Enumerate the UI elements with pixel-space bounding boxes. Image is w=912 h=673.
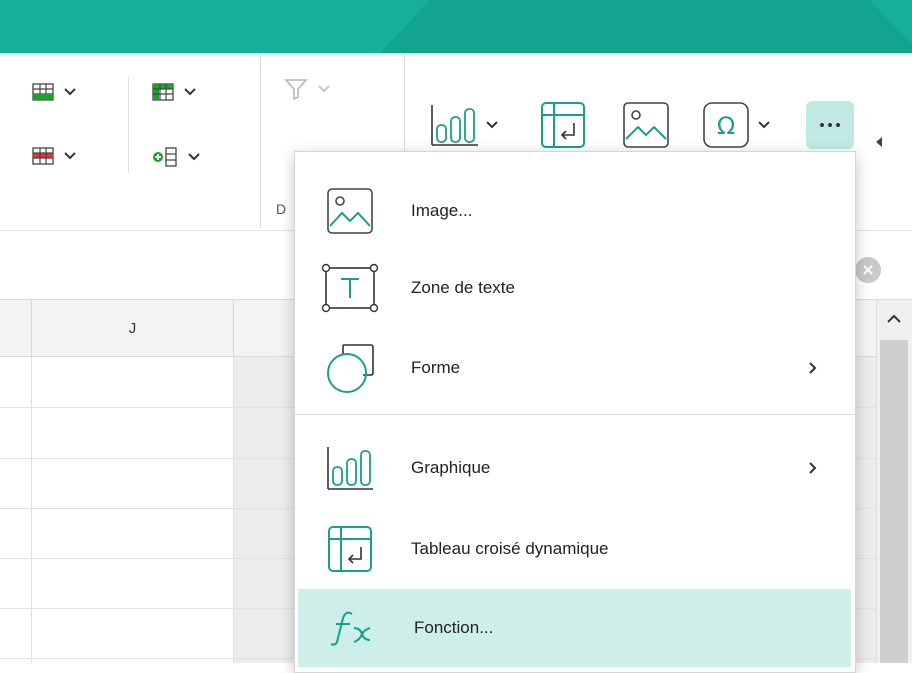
column-header[interactable] (0, 300, 32, 356)
ribbon-group-label: D (276, 201, 287, 217)
image-icon (623, 102, 669, 148)
menu-item-text-box[interactable]: Zone de texte (295, 249, 855, 327)
chevron-down-icon (64, 152, 76, 160)
column-header-j[interactable]: J (32, 300, 234, 356)
menu-item-label: Forme (411, 358, 461, 377)
chevron-down-icon (486, 121, 498, 129)
title-bar (0, 0, 912, 53)
ribbon-separator (260, 53, 261, 228)
scroll-up-button[interactable] (876, 300, 912, 336)
pivot-table-button[interactable] (540, 101, 586, 149)
more-options-button[interactable] (806, 101, 854, 149)
insert-column-button[interactable] (152, 147, 200, 167)
function-icon (324, 599, 382, 657)
grid-line (31, 357, 32, 663)
chevron-down-icon (758, 121, 770, 129)
insert-column-icon (153, 147, 177, 167)
grid-line (233, 357, 234, 663)
scrollbar-thumb[interactable] (880, 340, 908, 663)
menu-item-chart[interactable]: Graphique (295, 429, 855, 507)
menu-item-label: Tableau croisé dynamique (411, 539, 609, 558)
image-button[interactable] (622, 101, 670, 149)
ribbon-scroll-left-button[interactable] (876, 137, 882, 147)
pivot-table-icon (321, 520, 379, 578)
insert-table-icon (152, 83, 174, 101)
insert-table-button[interactable] (152, 83, 196, 101)
ribbon-separator (128, 77, 129, 173)
chevron-up-icon (887, 314, 901, 323)
close-icon (863, 265, 873, 275)
menu-item-pivot-table[interactable]: Tableau croisé dynamique (295, 510, 855, 588)
insert-more-menu: Image... Zone de texte Forme Graphique T… (294, 151, 856, 673)
chevron-down-icon (188, 153, 200, 161)
chevron-down-icon (64, 88, 76, 96)
clear-formula-button[interactable] (855, 257, 881, 283)
svg-text:Ω: Ω (717, 112, 735, 140)
menu-separator (295, 414, 855, 415)
text-box-icon (321, 259, 379, 317)
menu-item-label: Graphique (411, 458, 491, 477)
image-icon (321, 182, 379, 240)
delete-cells-button[interactable] (32, 147, 76, 165)
shape-icon (321, 339, 379, 397)
delete-cells-icon (32, 147, 54, 165)
pivot-table-icon (541, 102, 585, 148)
chart-icon (431, 105, 478, 146)
chevron-right-icon (809, 362, 817, 374)
menu-item-function[interactable]: Fonction... (298, 589, 851, 667)
caret-left-icon (876, 137, 882, 147)
insert-cells-button[interactable] (32, 83, 76, 101)
chart-icon (321, 439, 379, 497)
insert-cells-icon (32, 83, 54, 101)
chevron-down-icon (184, 88, 196, 96)
menu-item-label: Fonction... (414, 618, 494, 637)
filter-button[interactable] (284, 77, 330, 101)
menu-item-image[interactable]: Image... (295, 172, 855, 250)
filter-icon (284, 79, 308, 101)
more-options-icon (820, 123, 840, 127)
chevron-down-icon (318, 85, 330, 93)
chevron-right-icon (809, 462, 817, 474)
menu-item-label: Zone de texte (411, 278, 515, 297)
chart-button[interactable] (430, 103, 498, 147)
symbol-icon: Ω (703, 102, 749, 148)
active-tab-shape (380, 0, 912, 53)
menu-item-label: Image... (411, 201, 473, 220)
symbol-button[interactable]: Ω (702, 101, 770, 149)
menu-item-shape[interactable]: Forme (295, 329, 855, 407)
